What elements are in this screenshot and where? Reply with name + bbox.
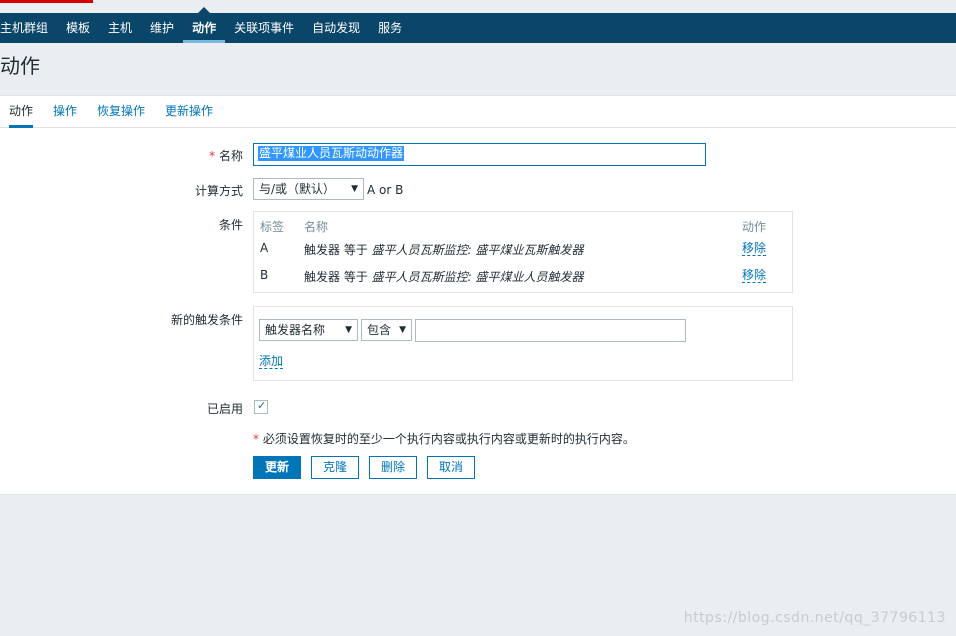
tab-operations[interactable]: 操作 [53, 96, 77, 127]
delete-button[interactable]: 删除 [369, 456, 417, 479]
checkmark-icon: ✓ [257, 399, 267, 412]
remove-condition-link[interactable]: 移除 [742, 241, 767, 256]
dropdown-arrow-icon: ▼ [351, 184, 358, 194]
new-condition-box: 触发器名称 ▼ 包含 ▼ 添加 [253, 306, 793, 381]
conditions-table: 标签 名称 动作 A 触发器 等于 盛平人员瓦斯监控: 盛平煤业瓦斯触发器 移除… [253, 211, 793, 293]
tab-recovery-operations[interactable]: 恢复操作 [97, 96, 145, 127]
new-condition-label: 新的触发条件 [170, 313, 243, 327]
watermark: https://blog.csdn.net/qq_37796113 [683, 610, 946, 626]
dropdown-arrow-icon: ▼ [345, 325, 352, 335]
brand-strip [0, 0, 93, 3]
action-form-panel: 动作 操作 恢复操作 更新操作 * 名称 盛平煤业人员瓦斯动动作器 计算方式 与… [0, 95, 956, 495]
remove-condition-link[interactable]: 移除 [742, 268, 767, 283]
nav-item-templates[interactable]: 模板 [57, 13, 99, 43]
title-bar: 动作 [0, 43, 956, 85]
col-header-action: 动作 [742, 220, 767, 234]
name-input-value: 盛平煤业人员瓦斯动动作器 [258, 146, 405, 161]
nav-item-maintenance[interactable]: 维护 [141, 13, 183, 43]
enabled-checkbox[interactable]: ✓ [254, 399, 268, 414]
col-header-tag: 标签 [260, 220, 285, 234]
nav-item-discovery[interactable]: 自动发现 [303, 13, 369, 43]
nav-item-correlation[interactable]: 关联项事件 [225, 13, 303, 43]
condition-type-select[interactable]: 触发器名称 ▼ [259, 319, 358, 341]
nav-item-services[interactable]: 服务 [369, 13, 411, 43]
page-title: 动作 [0, 54, 40, 78]
update-button[interactable]: 更新 [253, 456, 301, 479]
nav-item-host-groups[interactable]: 主机群组 [0, 13, 57, 43]
name-label: * 名称 [209, 149, 243, 163]
conditions-label: 条件 [218, 218, 243, 232]
condition-tag: A [260, 241, 269, 255]
required-note: * 必须设置恢复时的至少一个执行内容或执行内容或更新时的执行内容。 [253, 432, 635, 446]
tab-update-operations[interactable]: 更新操作 [165, 96, 213, 127]
dropdown-arrow-icon: ▼ [399, 325, 406, 335]
required-marker: * [209, 149, 216, 163]
nav-item-actions[interactable]: 动作 [183, 7, 226, 43]
tab-bar: 动作 操作 恢复操作 更新操作 [0, 96, 956, 128]
clone-button[interactable]: 克隆 [311, 456, 359, 479]
name-input[interactable]: 盛平煤业人员瓦斯动动作器 [253, 143, 706, 166]
calc-label: 计算方式 [194, 184, 243, 198]
cancel-button[interactable]: 取消 [427, 456, 475, 479]
tab-action[interactable]: 动作 [9, 96, 34, 128]
nav-item-hosts[interactable]: 主机 [99, 13, 141, 43]
add-condition-link[interactable]: 添加 [259, 354, 284, 369]
condition-name: 触发器 等于 盛平人员瓦斯监控: 盛平煤业人员触发器 [304, 270, 584, 284]
condition-value-input[interactable] [415, 319, 686, 342]
condition-name: 触发器 等于 盛平人员瓦斯监控: 盛平煤业瓦斯触发器 [304, 243, 584, 257]
condition-operator-select[interactable]: 包含 ▼ [361, 319, 412, 341]
calc-expression: A or B [367, 183, 404, 197]
top-navigation: 主机群组 模板 主机 维护 动作 关联项事件 自动发现 服务 [0, 7, 956, 43]
enabled-label: 已启用 [206, 402, 243, 416]
col-header-name: 名称 [304, 220, 329, 234]
calc-type-select[interactable]: 与/或（默认） ▼ [253, 178, 364, 200]
condition-tag: B [260, 268, 269, 282]
